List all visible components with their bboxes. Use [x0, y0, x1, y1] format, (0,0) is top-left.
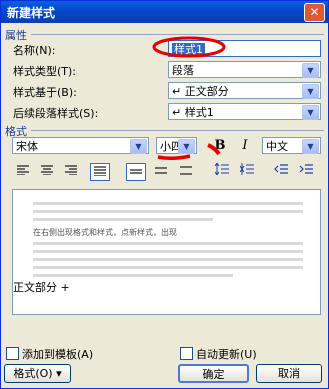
- title-bar[interactable]: 新建样式 ✕: [1, 1, 328, 23]
- increase-spacing-icon: [214, 162, 229, 176]
- decrease-spacing-button[interactable]: [237, 163, 257, 181]
- increase-indent-icon: [299, 164, 313, 174]
- close-button[interactable]: ✕: [304, 3, 325, 22]
- align-left-icon: [17, 165, 29, 176]
- align-right-icon: [65, 165, 77, 176]
- preview-ghost-line: [33, 202, 303, 205]
- chevron-down-icon[interactable]: ▼: [130, 139, 147, 154]
- preview-ghost-line: [33, 258, 303, 261]
- name-label: 名称(N):: [13, 44, 56, 57]
- preview-ghost-line: [33, 210, 303, 213]
- double-spacing-icon: [180, 166, 192, 175]
- format-menu-button[interactable]: 格式(O) ▾: [4, 364, 71, 383]
- justify-icon: [94, 166, 106, 177]
- single-spacing-icon: [130, 169, 142, 174]
- based-on-select[interactable]: ↵ 正文部分 ▼: [168, 82, 321, 99]
- style-type-value: 段落: [172, 64, 194, 77]
- auto-update-checkbox[interactable]: [180, 347, 193, 360]
- align-center-button[interactable]: [37, 163, 57, 181]
- chevron-down-icon[interactable]: ▼: [302, 84, 319, 99]
- font-value: 宋体: [16, 140, 38, 153]
- style-type-select[interactable]: 段落 ▼: [168, 61, 321, 78]
- preview-sample-text: 在右侧出现格式和样式，点新样式，出现: [33, 228, 177, 237]
- one-half-spacing-icon: [155, 167, 167, 174]
- paragraph-mark-icon: ↵: [172, 106, 185, 119]
- cancel-button[interactable]: 取消: [256, 364, 322, 383]
- ok-button[interactable]: 确定: [178, 364, 249, 383]
- properties-section-label: 属性: [5, 29, 27, 42]
- based-on-value: 正文部分: [184, 85, 229, 98]
- preview-ghost-line: [33, 218, 213, 221]
- next-style-label: 后续段落样式(S):: [13, 107, 99, 120]
- chevron-down-icon[interactable]: ▼: [302, 139, 319, 154]
- decrease-spacing-icon: [239, 163, 254, 175]
- align-left-button[interactable]: [13, 163, 33, 181]
- justify-button[interactable]: [90, 163, 110, 181]
- close-icon: ✕: [309, 5, 320, 19]
- add-to-template-label[interactable]: 添加到模板(A): [22, 346, 93, 362]
- dialog-title: 新建样式: [7, 6, 56, 20]
- next-style-select[interactable]: ↵ 样式1 ▼: [168, 103, 321, 120]
- align-right-button[interactable]: [61, 163, 81, 181]
- increase-spacing-button[interactable]: [212, 162, 232, 181]
- increase-indent-button[interactable]: [296, 163, 316, 181]
- annotation-circle: [152, 36, 226, 58]
- preview-ghost-line: [33, 242, 303, 245]
- chevron-down-icon[interactable]: ▼: [302, 105, 319, 120]
- language-value: 中文: [266, 140, 288, 153]
- preview-ghost-line: [33, 250, 303, 253]
- style-type-label: 样式类型(T):: [13, 65, 77, 78]
- double-spacing-button[interactable]: [176, 163, 196, 181]
- format-divider: [31, 130, 324, 131]
- align-center-icon: [41, 165, 53, 176]
- decrease-indent-icon: [274, 164, 288, 174]
- based-on-label: 样式基于(B):: [13, 86, 77, 99]
- preview-ghost-line: [33, 274, 233, 277]
- decrease-indent-button[interactable]: [271, 163, 291, 181]
- annotation-underline: [157, 154, 191, 161]
- next-style-value: 样式1: [184, 106, 214, 119]
- add-to-template-checkbox[interactable]: [6, 347, 19, 360]
- auto-update-label[interactable]: 自动更新(U): [196, 346, 257, 362]
- style-preview: 在右侧出现格式和样式，点新样式，出现: [12, 189, 321, 315]
- language-select[interactable]: 中文 ▼: [262, 137, 321, 154]
- chevron-down-icon[interactable]: ▼: [302, 63, 319, 78]
- font-select[interactable]: 宋体 ▼: [12, 137, 149, 154]
- italic-button[interactable]: I: [235, 137, 255, 155]
- preview-ghost-line: [33, 266, 303, 269]
- style-description: 正文部分 +: [13, 281, 70, 294]
- paragraph-mark-icon: ↵: [172, 85, 185, 98]
- single-spacing-button[interactable]: [126, 163, 146, 181]
- one-half-spacing-button[interactable]: [151, 163, 171, 181]
- annotation-mark: [207, 143, 221, 156]
- new-style-dialog: 新建样式 ✕ 属性 名称(N): 样式1 样式类型(T): 段落 ▼ 样式基于(…: [0, 0, 329, 389]
